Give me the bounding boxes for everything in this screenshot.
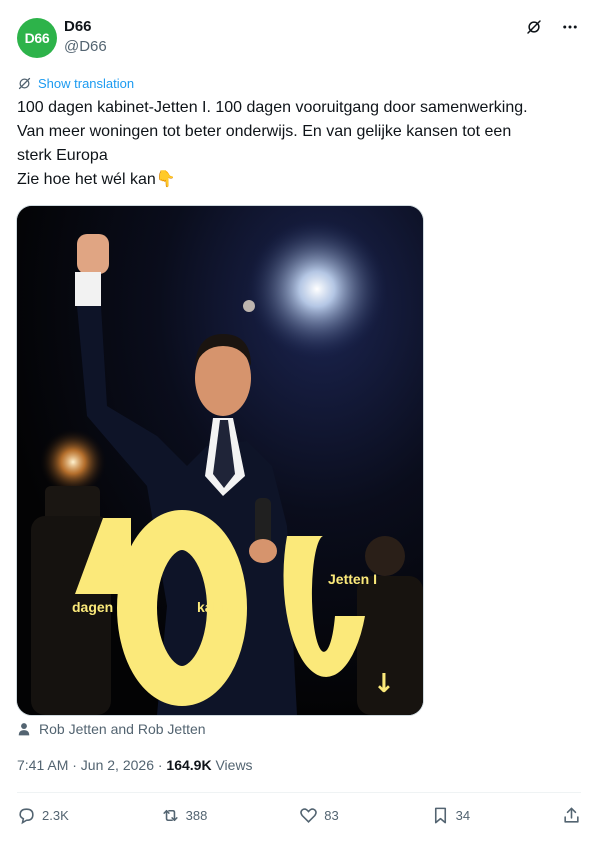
bookmark-icon <box>434 807 446 824</box>
show-translation-link[interactable]: Show translation <box>17 76 134 91</box>
share-button[interactable] <box>562 806 581 825</box>
label-jetten: Jetten I <box>328 571 377 587</box>
person-icon <box>18 723 30 736</box>
author-handle[interactable]: @D66 <box>64 38 107 55</box>
more-icon[interactable] <box>559 16 581 38</box>
label-dagen: dagen <box>72 599 113 615</box>
tagged-people[interactable]: Rob Jetten and Rob Jetten <box>17 721 206 737</box>
translate-icon <box>18 77 31 90</box>
like-button[interactable]: 83 <box>299 806 339 825</box>
repost-icon <box>163 809 178 822</box>
stage-spotlight <box>247 219 387 359</box>
grok-icon[interactable] <box>523 16 545 38</box>
views-label: Views <box>211 757 253 773</box>
repost-button[interactable]: 388 <box>161 806 208 825</box>
tweet-text: 100 dagen kabinet-Jetten I. 100 dagen vo… <box>17 99 528 188</box>
like-count: 83 <box>324 808 339 823</box>
top-actions <box>523 16 581 38</box>
post-image[interactable]: dagen kabinet Jetten I ↓ <box>16 205 424 716</box>
post-meta: 7:41 AM · Jun 2, 2026 · 164.9K Views <box>17 757 253 773</box>
author-name[interactable]: D66 <box>64 18 92 35</box>
repost-count: 388 <box>185 808 208 823</box>
heart-icon <box>300 808 318 823</box>
post-time[interactable]: 7:41 AM · Jun 2, 2026 · <box>17 757 166 773</box>
divider <box>17 792 581 793</box>
action-bar: 2.3K 388 83 34 <box>17 806 581 825</box>
tagged-label: Rob Jetten and Rob Jetten <box>39 721 206 737</box>
views-count: 164.9K <box>166 757 212 773</box>
avatar[interactable]: D66 <box>17 18 57 58</box>
bookmark-button[interactable]: 34 <box>431 806 470 825</box>
share-icon <box>564 807 579 823</box>
reply-icon <box>19 808 34 825</box>
show-translation-label: Show translation <box>38 76 135 91</box>
arrow-down-icon: ↓ <box>373 669 395 699</box>
warm-light <box>39 428 107 496</box>
reply-button[interactable]: 2.3K <box>17 806 69 825</box>
reply-count: 2.3K <box>42 808 69 823</box>
small-light <box>243 300 255 312</box>
label-kabinet: kabinet <box>197 599 246 615</box>
bookmark-count: 34 <box>455 808 471 823</box>
